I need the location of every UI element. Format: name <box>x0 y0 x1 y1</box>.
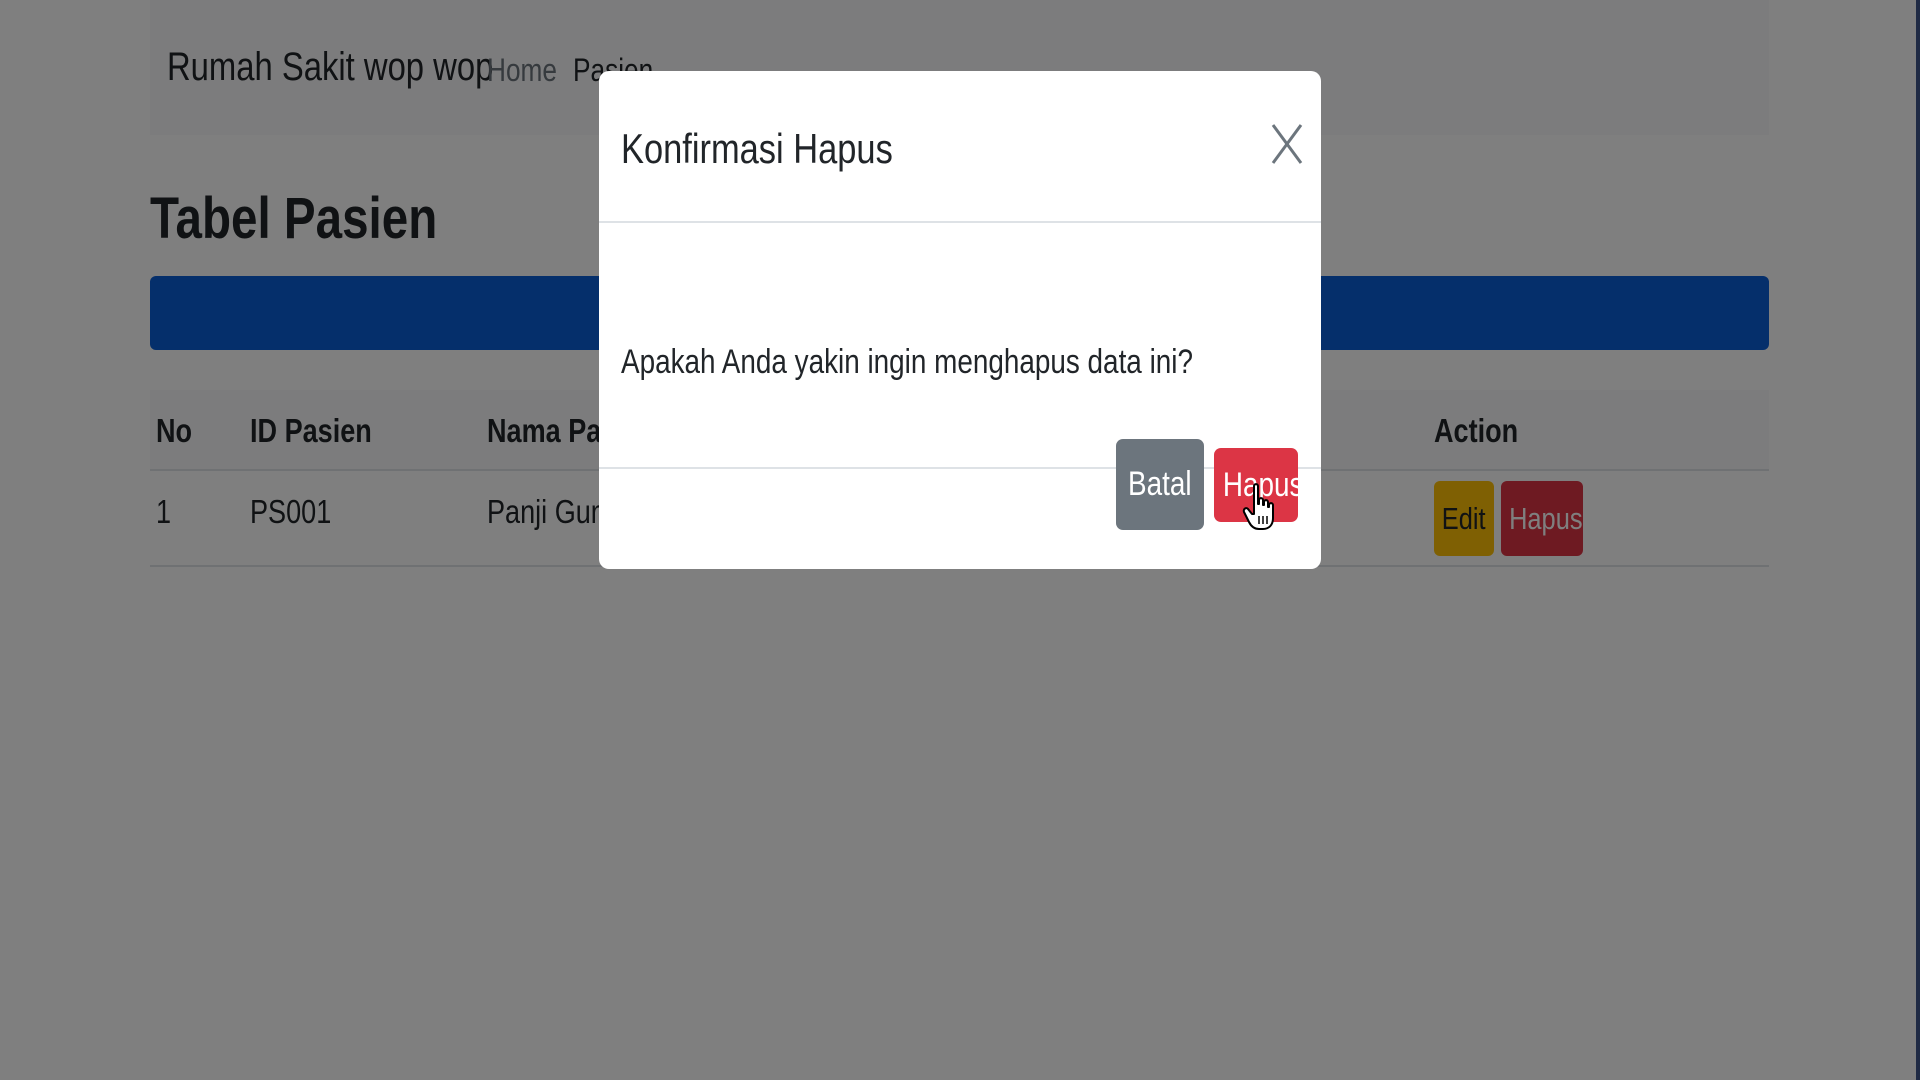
cancel-button[interactable]: Batal <box>1116 439 1204 530</box>
cancel-button-label: Batal <box>1128 465 1192 503</box>
modal-message: Apakah Anda yakin ingin menghapus data i… <box>621 343 1193 381</box>
delete-confirm-modal: Konfirmasi Hapus Apakah Anda yakin ingin… <box>599 71 1321 569</box>
modal-body: Apakah Anda yakin ingin menghapus data i… <box>599 223 1321 469</box>
modal-header: Konfirmasi Hapus <box>599 71 1321 223</box>
modal-title: Konfirmasi Hapus <box>621 125 893 172</box>
close-icon <box>1271 124 1303 164</box>
close-button[interactable] <box>1269 119 1305 169</box>
hand-pointer-icon <box>1242 483 1274 530</box>
window-edge <box>1916 0 1920 1080</box>
